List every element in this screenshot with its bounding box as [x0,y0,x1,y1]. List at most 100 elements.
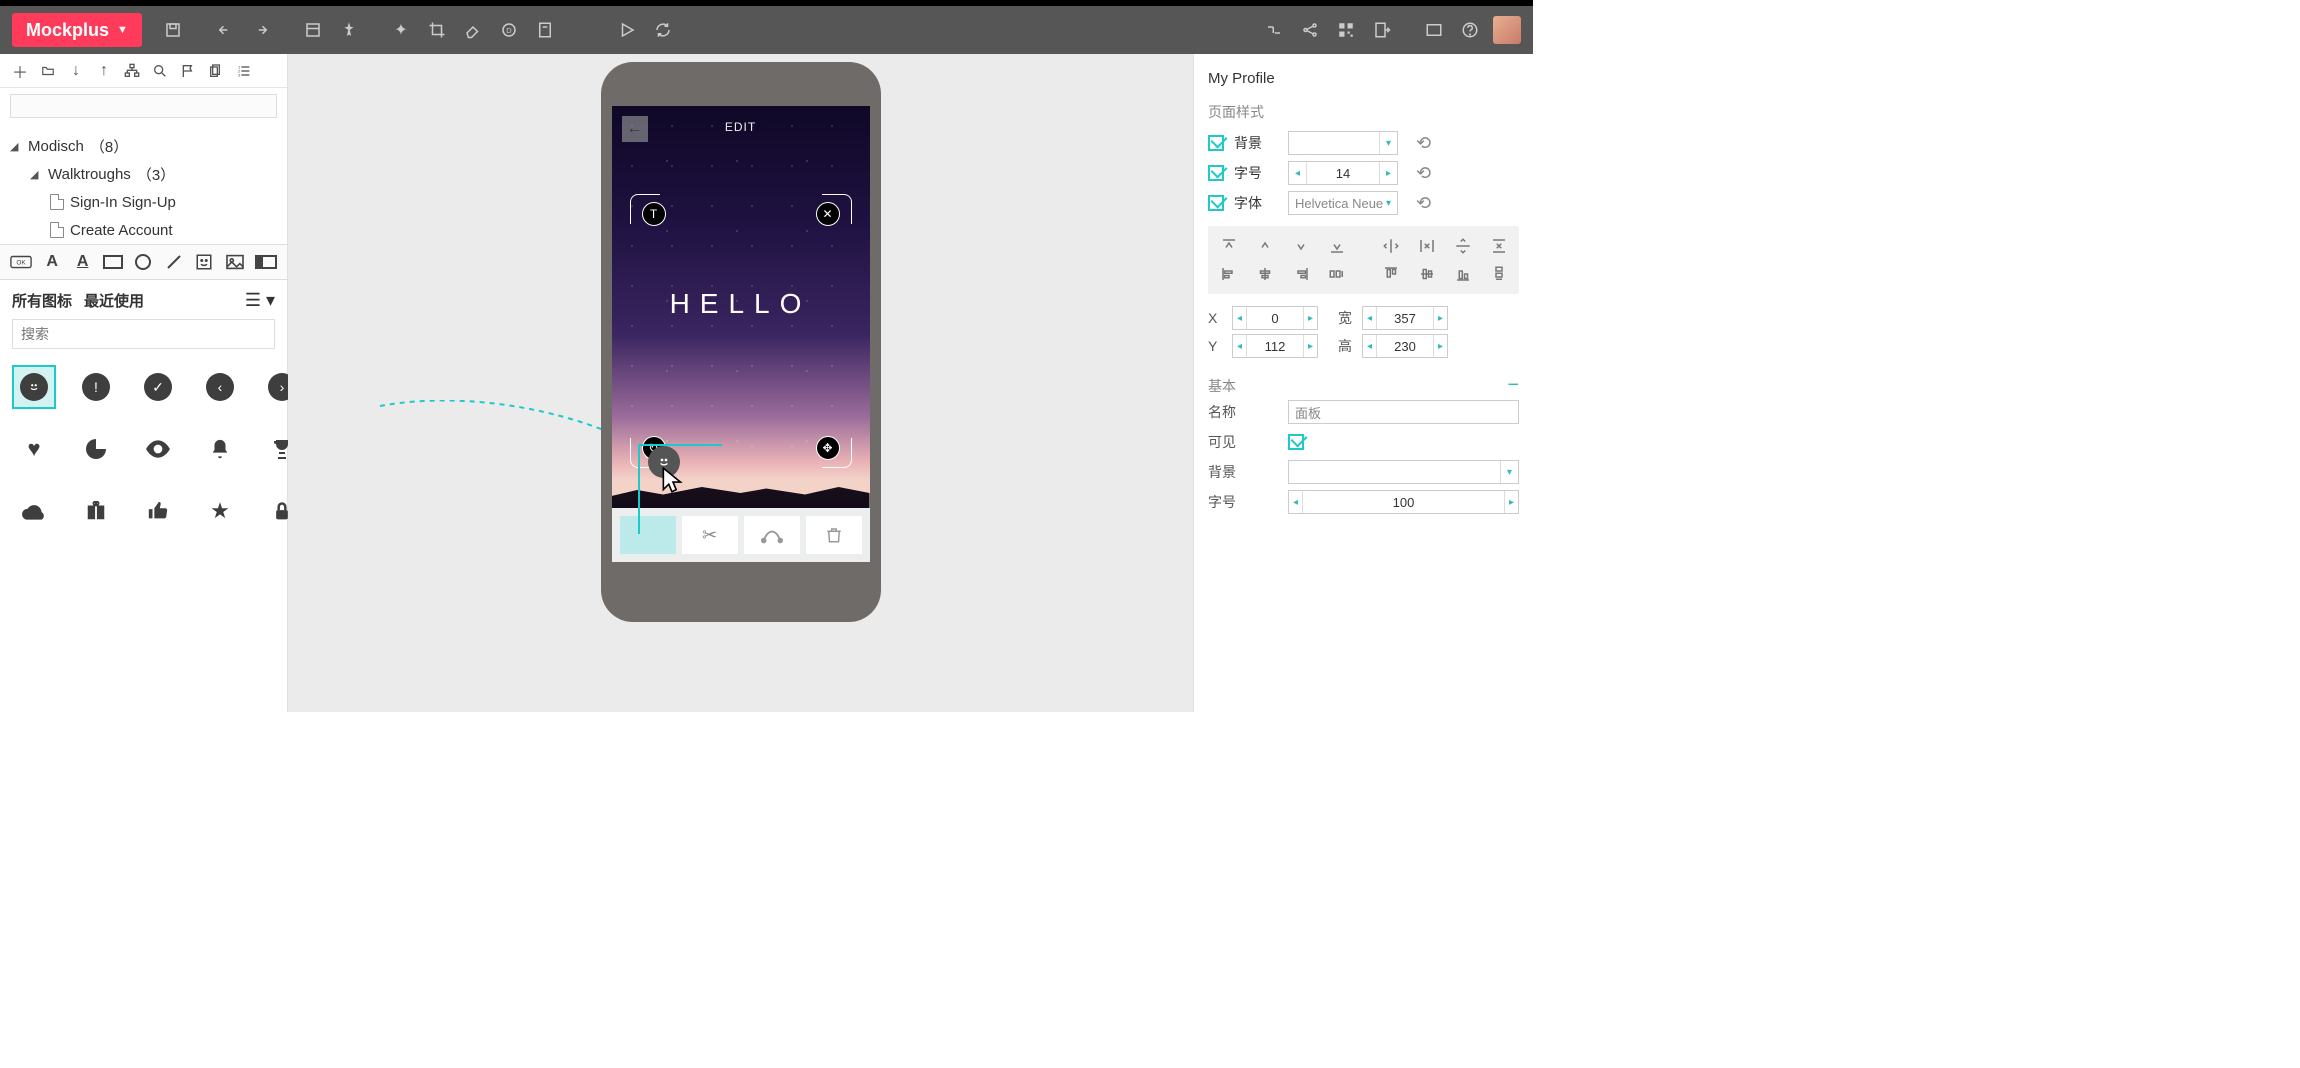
eraser-icon[interactable] [462,19,484,41]
circle-shape-icon[interactable] [133,251,153,273]
checkbox-fontsize[interactable] [1208,165,1224,181]
play-icon[interactable] [616,19,638,41]
align-left-icon[interactable] [1220,264,1238,284]
bg2-color-swatch[interactable]: ▾ [1288,460,1519,484]
reset-icon[interactable]: ⟲ [1416,133,1431,154]
gift-icon[interactable] [74,489,118,533]
tree-root[interactable]: ◢ Modisch （8） [10,132,287,160]
name-input[interactable]: 面板 [1288,400,1519,424]
sitemap-icon[interactable] [118,57,146,85]
flag-icon[interactable] [174,57,202,85]
move-up-icon[interactable]: ↑ [90,57,118,85]
line-shape-icon[interactable] [164,251,184,273]
reset-icon[interactable]: ⟲ [1416,163,1431,184]
fs2-stepper[interactable]: ◂100▸ [1288,490,1519,514]
align-bottom2-icon[interactable] [1454,264,1472,284]
align-gap-icon[interactable] [1328,264,1346,284]
align-top2-icon[interactable] [1382,264,1400,284]
x-stepper[interactable]: ◂0▸ [1232,306,1318,330]
pie-icon[interactable] [74,427,118,471]
dist-v-space-icon[interactable] [1490,236,1508,256]
export-icon[interactable] [1371,19,1393,41]
share-icon[interactable] [1299,19,1321,41]
icon-search-input[interactable] [12,319,275,349]
add-page-icon[interactable]: ＋ [6,57,34,85]
page-search-input[interactable] [10,94,277,118]
align-hcenter-icon[interactable] [1256,264,1274,284]
align-up-icon[interactable] [1256,236,1274,256]
collapse-section-icon[interactable]: − [1507,374,1519,397]
align-down-icon[interactable] [1292,236,1310,256]
pin-icon[interactable] [338,19,360,41]
checkbox-font[interactable] [1208,195,1224,211]
thumbs-up-icon[interactable] [136,489,180,533]
save-icon[interactable] [162,19,184,41]
search-pages-icon[interactable] [146,57,174,85]
star-icon[interactable]: ★ [198,489,242,533]
eye-icon[interactable] [136,427,180,471]
image-shape-icon[interactable] [225,251,245,273]
refresh-icon[interactable] [652,19,674,41]
tree-page[interactable]: Sign-In Sign-Up [10,188,287,216]
fontsize-stepper[interactable]: ◂ 14 ▸ [1288,161,1398,185]
align-vgap-icon[interactable] [1490,264,1508,284]
group-icon[interactable] [302,19,324,41]
mock-tab-trash-icon[interactable] [806,516,862,554]
brand-menu[interactable]: Mockplus ▼ [12,13,142,47]
mock-hello-text[interactable]: HELLO [612,288,870,320]
duplicate-icon[interactable] [202,57,230,85]
dist-h-center-icon[interactable] [1382,236,1400,256]
redo-icon[interactable] [250,19,272,41]
underline-text-icon[interactable]: A [72,251,92,273]
qr-icon[interactable] [1335,19,1357,41]
folder-icon[interactable] [34,57,62,85]
cloud-icon[interactable] [12,489,56,533]
bg-color-swatch[interactable]: ▾ [1288,131,1398,155]
list-icon[interactable]: 123 [230,57,258,85]
handle-close-icon[interactable]: ✕ [816,202,840,226]
smile-icon[interactable] [12,365,56,409]
chevron-left-icon[interactable]: ‹ [198,365,242,409]
bell-icon[interactable] [198,427,242,471]
rect-shape-icon[interactable] [103,251,123,273]
panel-toggle-icon[interactable] [1423,19,1445,41]
align-top-icon[interactable] [1220,236,1238,256]
checkbox-visible[interactable] [1288,434,1304,450]
check-icon[interactable]: ✓ [136,365,180,409]
font-dropdown[interactable]: Helvetica Neue ▾ [1288,191,1398,215]
mock-tab-curve-icon[interactable] [744,516,800,554]
help-icon[interactable] [1459,19,1481,41]
w-stepper[interactable]: ◂357▸ [1362,306,1448,330]
align-right-icon[interactable] [1292,264,1310,284]
stepper-inc-icon[interactable]: ▸ [1379,162,1397,184]
template-icon[interactable] [534,19,556,41]
icon-tab-all[interactable]: 所有图标 [12,290,72,311]
reset-icon[interactable]: ⟲ [1416,193,1431,214]
heart-icon[interactable]: ♥ [12,427,56,471]
canvas[interactable]: ← EDIT HELLO T ✕ ↻ ✥ ✂ [288,54,1193,712]
button-shape-icon[interactable]: OK [10,251,32,273]
dist-h-space-icon[interactable] [1418,236,1436,256]
crop-icon[interactable] [426,19,448,41]
h-stepper[interactable]: ◂230▸ [1362,334,1448,358]
icon-tab-recent[interactable]: 最近使用 [84,290,144,311]
flow-icon[interactable] [1263,19,1285,41]
alert-icon[interactable]: ! [74,365,118,409]
handle-move-icon[interactable]: ✥ [816,436,840,460]
checkbox-bg[interactable] [1208,135,1224,151]
align-vcenter-icon[interactable] [1418,264,1436,284]
user-avatar[interactable] [1493,16,1521,44]
stepper-dec-icon[interactable]: ◂ [1289,162,1307,184]
text-shape-icon[interactable]: A [42,251,62,273]
magic-wand-icon[interactable]: ✦ [390,19,412,41]
move-down-icon[interactable]: ↓ [62,57,90,85]
y-stepper[interactable]: ◂112▸ [1232,334,1318,358]
style-icon[interactable]: D [498,19,520,41]
icon-menu-icon[interactable]: ☰ ▾ [245,290,275,311]
tree-page[interactable]: Create Account [10,216,287,244]
dist-v-center-icon[interactable] [1454,236,1472,256]
smiley-shape-icon[interactable] [194,251,214,273]
tree-group[interactable]: ◢ Walktroughs （3） [10,160,287,188]
align-bottom-icon[interactable] [1328,236,1346,256]
undo-icon[interactable] [214,19,236,41]
